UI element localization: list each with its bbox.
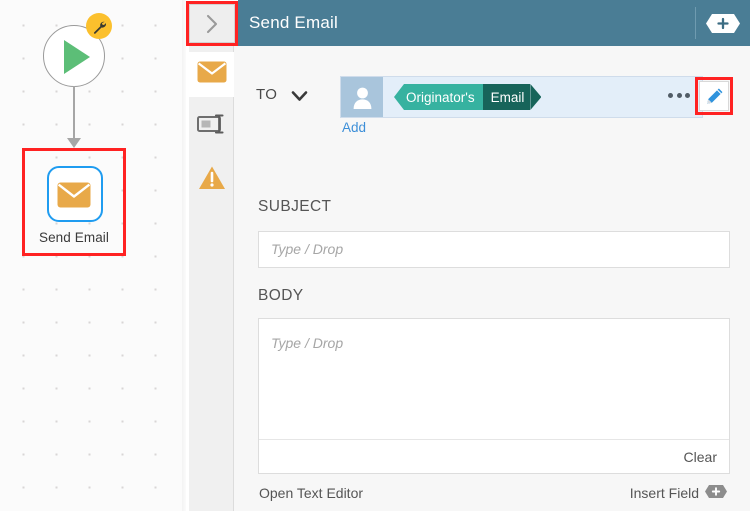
recipient-chip[interactable]: Originator's Email <box>394 84 542 110</box>
hex-plus-icon[interactable] <box>706 14 740 33</box>
chip-notch <box>394 84 404 110</box>
ellipsis-icon[interactable] <box>668 93 690 98</box>
subject-placeholder: Type / Drop <box>271 241 344 257</box>
panel-header: Send Email <box>238 0 750 46</box>
person-icon <box>341 77 383 117</box>
chip-primary-label: Originator's <box>404 84 483 110</box>
body-placeholder: Type / Drop <box>271 335 344 351</box>
ellipsis-dot <box>676 93 682 98</box>
body-textarea[interactable]: Type / Drop Clear <box>258 318 730 474</box>
clear-button[interactable]: Clear <box>684 449 717 465</box>
header-divider <box>695 7 696 39</box>
input-field-icon <box>196 112 227 141</box>
canvas-edge-shadow <box>182 0 186 511</box>
subject-input[interactable]: Type / Drop <box>258 231 730 268</box>
rail-item-warning[interactable] <box>189 158 234 203</box>
body-label: BODY <box>258 287 304 304</box>
tool-rail <box>189 46 235 511</box>
chip-secondary-label: Email <box>482 84 531 110</box>
chip-tail <box>530 84 542 110</box>
insert-field-control[interactable]: Insert Field <box>630 485 727 501</box>
node-connector-arrow <box>67 138 81 148</box>
play-icon <box>64 40 90 74</box>
rail-item-field[interactable] <box>189 104 234 149</box>
insert-field-label: Insert Field <box>629 485 699 501</box>
body-clear-bar: Clear <box>259 439 729 473</box>
add-recipient-link[interactable]: Add <box>342 120 366 135</box>
highlight-box-toggle <box>186 1 238 46</box>
page-title: Send Email <box>249 13 338 32</box>
recipient-field[interactable]: Originator's Email <box>340 76 703 118</box>
ellipsis-dot <box>668 93 673 98</box>
ellipsis-dot <box>685 93 690 98</box>
node-connector-line <box>73 86 75 142</box>
wrench-icon[interactable] <box>86 13 112 39</box>
highlight-box-node <box>22 148 126 256</box>
email-form-pane: TO Originator's Email Add SUBJECT Type /… <box>234 46 750 511</box>
to-row: TO Originator's Email Add <box>256 76 726 136</box>
highlight-box-edit <box>695 77 733 115</box>
rail-item-mail[interactable] <box>189 52 235 97</box>
hex-plus-icon[interactable] <box>705 485 727 501</box>
warning-triangle-icon <box>198 165 226 196</box>
open-text-editor-link[interactable]: Open Text Editor <box>259 485 363 501</box>
envelope-icon <box>197 61 227 88</box>
subject-label: SUBJECT <box>258 198 332 215</box>
app-root: Send Email Send Email TO Originator's Em… <box>0 0 750 511</box>
chevron-down-icon[interactable] <box>291 89 308 107</box>
to-label: TO <box>256 86 278 103</box>
